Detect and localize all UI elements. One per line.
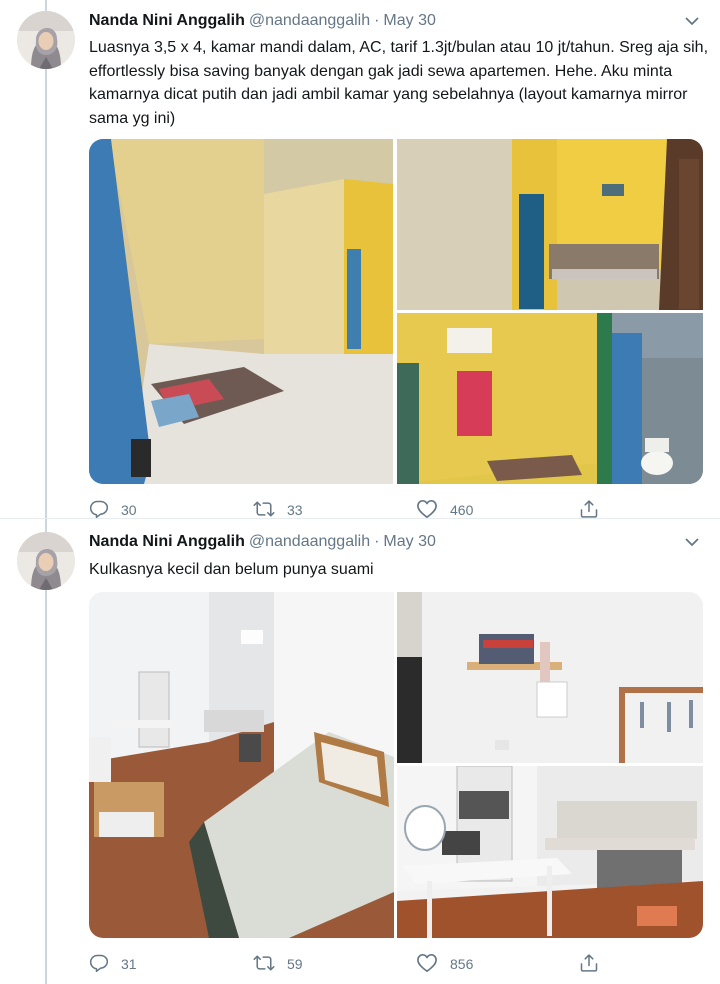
like-count: 460 bbox=[450, 502, 474, 518]
author-handle[interactable]: @nandaanggalih bbox=[249, 533, 370, 550]
separator: · bbox=[374, 12, 380, 29]
author-name[interactable]: Nanda Nini Anggalih bbox=[89, 533, 245, 550]
tweet-header: Nanda Nini Anggalih @nandaanggalih · May 30 bbox=[89, 531, 702, 553]
like-count: 856 bbox=[450, 956, 474, 972]
reply-button[interactable]: 31 bbox=[89, 952, 137, 976]
photo-bathroom-view[interactable] bbox=[397, 139, 703, 310]
reply-icon bbox=[89, 953, 109, 976]
tweet-date[interactable]: May 30 bbox=[383, 12, 435, 29]
photo-white-room[interactable] bbox=[89, 592, 394, 938]
retweet-count: 59 bbox=[287, 956, 303, 972]
author-handle[interactable]: @nandaanggalih bbox=[249, 12, 370, 29]
tweet[interactable]: Nanda Nini Anggalih @nandaanggalih · May 30… bbox=[0, 518, 720, 984]
tweet-media[interactable] bbox=[89, 139, 703, 484]
tweet-text: Luasnya 3,5 x 4, kamar mandi dalam, AC, … bbox=[89, 39, 709, 127]
separator: · bbox=[374, 533, 380, 550]
tweet[interactable]: Nanda Nini Anggalih @nandaanggalih · May 30… bbox=[0, 0, 720, 518]
photo-room-ac[interactable] bbox=[397, 313, 703, 484]
photo-wall-shelf[interactable] bbox=[397, 592, 703, 763]
tweet-date[interactable]: May 30 bbox=[383, 533, 435, 550]
share-button[interactable] bbox=[579, 952, 599, 976]
share-icon bbox=[579, 953, 599, 976]
chevron-down-icon[interactable] bbox=[682, 10, 702, 32]
retweet-button[interactable]: 59 bbox=[253, 952, 303, 976]
author-name[interactable]: Nanda Nini Anggalih bbox=[89, 12, 245, 29]
tweet-header: Nanda Nini Anggalih @nandaanggalih · May 30 bbox=[89, 10, 702, 32]
chevron-down-icon[interactable] bbox=[682, 531, 702, 553]
retweet-count: 33 bbox=[287, 502, 303, 518]
photo-room-wide[interactable] bbox=[89, 139, 393, 484]
like-button[interactable]: 856 bbox=[416, 952, 473, 976]
reply-count: 30 bbox=[121, 502, 137, 518]
tweet-text: Kulkasnya kecil dan belum punya suami bbox=[89, 561, 374, 578]
retweet-icon bbox=[253, 953, 275, 976]
avatar[interactable] bbox=[17, 532, 75, 590]
avatar[interactable] bbox=[17, 11, 75, 69]
photo-kitchen-corner[interactable] bbox=[397, 766, 703, 938]
tweet-media[interactable] bbox=[89, 592, 703, 938]
heart-icon bbox=[416, 953, 438, 976]
reply-count: 31 bbox=[121, 956, 137, 972]
tweet-actions: 31 59 856 bbox=[89, 952, 609, 976]
